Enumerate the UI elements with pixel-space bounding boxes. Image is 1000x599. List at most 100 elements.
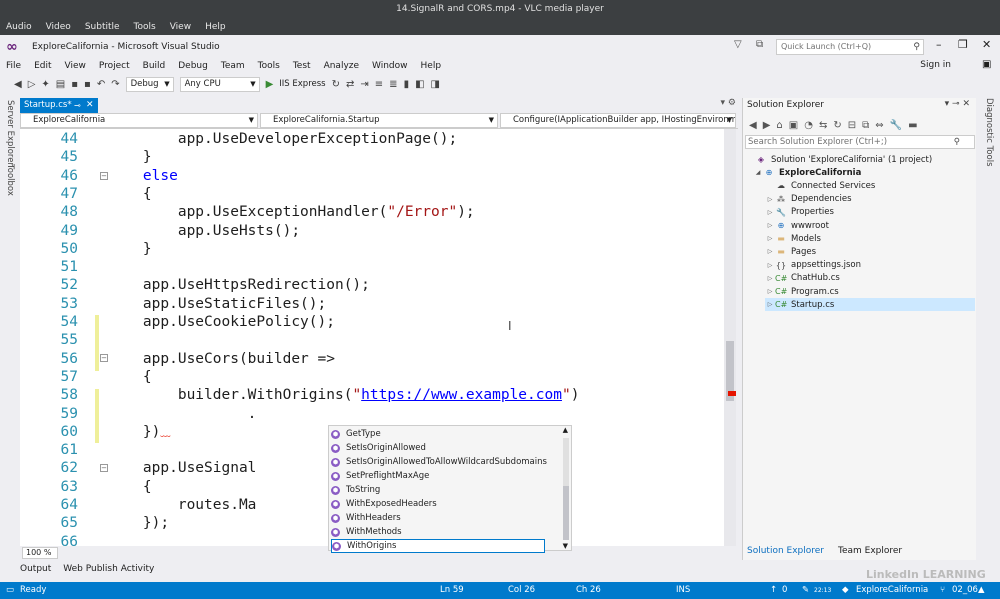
menu-build[interactable]: Build xyxy=(143,61,166,71)
tree-node[interactable]: ▷ 🔧 Properties xyxy=(765,206,834,219)
expand-arrow-icon[interactable]: ▷ xyxy=(765,196,775,203)
tree-node[interactable]: ▷ ▬ Pages xyxy=(765,245,816,258)
menu-team[interactable]: Team xyxy=(221,61,245,71)
tab-startup-cs[interactable]: Startup.cs* ⊸ ✕ xyxy=(20,98,98,113)
back-icon[interactable]: ◀ xyxy=(749,120,757,131)
collapse-icon[interactable]: − xyxy=(100,354,108,362)
preview-icon[interactable]: ⇔ xyxy=(875,120,883,131)
new-project-icon[interactable]: ✦ xyxy=(41,79,49,90)
tab-team-explorer[interactable]: Team Explorer xyxy=(838,546,902,556)
expand-arrow-icon[interactable]: ▷ xyxy=(765,209,775,216)
menu-edit[interactable]: Edit xyxy=(34,61,51,71)
tree-node[interactable]: ▷ C# ChatHub.cs xyxy=(765,272,840,285)
next-bookmark-icon[interactable]: ◨ xyxy=(431,79,440,90)
feedback-icon[interactable]: ⧉ xyxy=(756,39,763,50)
diagnostic-tools-tab[interactable]: Diagnostic Tools xyxy=(984,98,994,167)
project-dropdown[interactable]: ExploreCalifornia ▼ xyxy=(20,113,258,128)
tab-output[interactable]: Output xyxy=(20,564,51,574)
completion-item[interactable]: ⬢ WithExposedHeaders xyxy=(331,497,437,511)
show-all-files-icon[interactable]: ⧉ xyxy=(862,120,869,131)
redo-icon[interactable]: ↷ xyxy=(111,79,119,90)
toolbox-tab[interactable]: Toolbox xyxy=(5,164,15,196)
tree-node[interactable]: ◈ Solution 'ExploreCalifornia' (1 project… xyxy=(745,153,932,166)
completion-item[interactable]: ⬢ SetIsOriginAllowed xyxy=(331,441,426,455)
bookmark-icon[interactable]: ▮ xyxy=(404,79,410,90)
quick-launch-input[interactable]: Quick Launch (Ctrl+Q) ⚲ xyxy=(776,39,924,55)
configuration-dropdown[interactable]: Debug ▼ xyxy=(125,76,174,92)
member-dropdown[interactable]: Configure(IApplicationBuilder app, IHost… xyxy=(500,113,736,128)
platform-dropdown[interactable]: Any CPU ▼ xyxy=(179,76,260,92)
switch-views-icon[interactable]: ▣ xyxy=(789,120,798,131)
tree-node[interactable]: ▷ ⁂ Dependencies xyxy=(765,193,852,206)
completion-item[interactable]: ⬢ WithHeaders xyxy=(331,511,401,525)
completion-item[interactable]: ⬢ WithMethods xyxy=(331,525,402,539)
undo-icon[interactable]: ↶ xyxy=(97,79,105,90)
completion-scroll-thumb[interactable] xyxy=(563,486,569,540)
run-target-button[interactable]: IIS Express xyxy=(279,79,325,89)
zoom-dropdown[interactable]: 100 % xyxy=(22,547,58,559)
close-tab-icon[interactable]: ✕ xyxy=(86,98,94,113)
vlc-menu-video[interactable]: Video xyxy=(46,22,71,32)
browser-link-icon[interactable]: ⇄ xyxy=(346,79,354,90)
filter-icon[interactable]: ▽ xyxy=(734,39,742,50)
panel-options-icon[interactable]: ▾ ⊸ ✕ xyxy=(945,99,970,109)
history-icon[interactable]: ◔ xyxy=(804,120,813,131)
vlc-menu-tools[interactable]: Tools xyxy=(134,22,156,32)
completion-item[interactable]: ⬢ SetIsOriginAllowedToAllowWildcardSubdom… xyxy=(331,455,547,469)
tree-node[interactable]: ◢ ⊕ ExploreCalifornia xyxy=(753,166,862,179)
solution-search-input[interactable]: Search Solution Explorer (Ctrl+;) ⚲ xyxy=(745,135,975,149)
completion-item[interactable]: ⬢ SetPreflightMaxAge xyxy=(331,469,429,483)
completion-item[interactable]: ⬢ ToString xyxy=(331,483,380,497)
open-icon[interactable]: ▤ xyxy=(56,79,65,90)
step-icon[interactable]: ⇥ xyxy=(360,79,368,90)
collapse-icon[interactable]: − xyxy=(100,172,108,180)
editor-vertical-scrollbar[interactable] xyxy=(724,129,736,546)
tab-overflow-icon[interactable]: ▾ ⚙ xyxy=(721,98,736,108)
tab-web-publish-activity[interactable]: Web Publish Activity xyxy=(63,564,154,574)
expand-arrow-icon[interactable]: ▷ xyxy=(765,288,775,295)
collapse-icon[interactable]: − xyxy=(100,464,108,472)
tree-node[interactable]: ▷ C# Program.cs xyxy=(765,285,839,298)
tab-solution-explorer[interactable]: Solution Explorer xyxy=(747,546,824,556)
publish-arrow-icon[interactable]: ↑ xyxy=(770,585,777,595)
menu-debug[interactable]: Debug xyxy=(178,61,208,71)
forward-icon[interactable]: ▷ xyxy=(28,79,36,90)
status-pending-changes[interactable]: 0 xyxy=(782,585,787,595)
expand-arrow-icon[interactable]: ▷ xyxy=(765,262,775,269)
uncomment-icon[interactable]: ≣ xyxy=(389,79,397,90)
scroll-up-icon[interactable]: ▲ xyxy=(563,426,568,434)
collapse-all-icon[interactable]: ⊟ xyxy=(848,120,856,131)
vlc-menu-view[interactable]: View xyxy=(170,22,191,32)
comment-icon[interactable]: ≡ xyxy=(375,79,383,90)
menu-help[interactable]: Help xyxy=(421,61,442,71)
restore-icon[interactable]: ❐ xyxy=(958,38,968,51)
save-icon[interactable]: ▪ xyxy=(71,79,78,90)
tree-node[interactable]: ▷{} appsettings.json xyxy=(765,259,861,272)
menu-tools[interactable]: Tools xyxy=(258,61,280,71)
properties-wrench-icon[interactable]: 🔧 xyxy=(890,120,902,131)
vlc-menu-help[interactable]: Help xyxy=(205,22,226,32)
back-icon[interactable]: ◀ xyxy=(14,79,22,90)
completion-item[interactable]: ⬢ GetType xyxy=(331,427,381,441)
start-debugging-icon[interactable]: ▶ xyxy=(266,79,274,90)
prev-bookmark-icon[interactable]: ◧ xyxy=(415,79,424,90)
menu-window[interactable]: Window xyxy=(372,61,408,71)
intellisense-completion-list[interactable]: ⬢ GetType ⬢ SetIsOriginAllowed ⬢ SetIsOriginA… xyxy=(328,425,572,553)
chevron-up-icon[interactable]: ▲ xyxy=(978,585,985,595)
status-project[interactable]: ExploreCalifornia xyxy=(856,585,928,595)
tree-node[interactable]: ▷ C# Startup.cs xyxy=(765,298,975,312)
type-dropdown[interactable]: ExploreCalifornia.Startup ▼ xyxy=(260,113,498,128)
expand-arrow-icon[interactable]: ▷ xyxy=(765,301,775,308)
minimize-icon[interactable]: – xyxy=(936,38,942,51)
expand-arrow-icon[interactable]: ◢ xyxy=(753,169,763,176)
expand-arrow-icon[interactable]: ▷ xyxy=(765,275,775,282)
server-explorer-tab[interactable]: Server Explorer xyxy=(5,100,15,166)
expand-arrow-icon[interactable]: ▷ xyxy=(765,248,775,255)
sign-in-link[interactable]: Sign in xyxy=(920,60,951,70)
refresh-icon[interactable]: ↻ xyxy=(332,79,340,90)
menu-project[interactable]: Project xyxy=(99,61,130,71)
menu-file[interactable]: File xyxy=(6,61,21,71)
expand-arrow-icon[interactable]: ▷ xyxy=(765,235,775,242)
save-all-icon[interactable]: ▪ xyxy=(84,79,91,90)
forward-icon[interactable]: ▶ xyxy=(763,120,771,131)
